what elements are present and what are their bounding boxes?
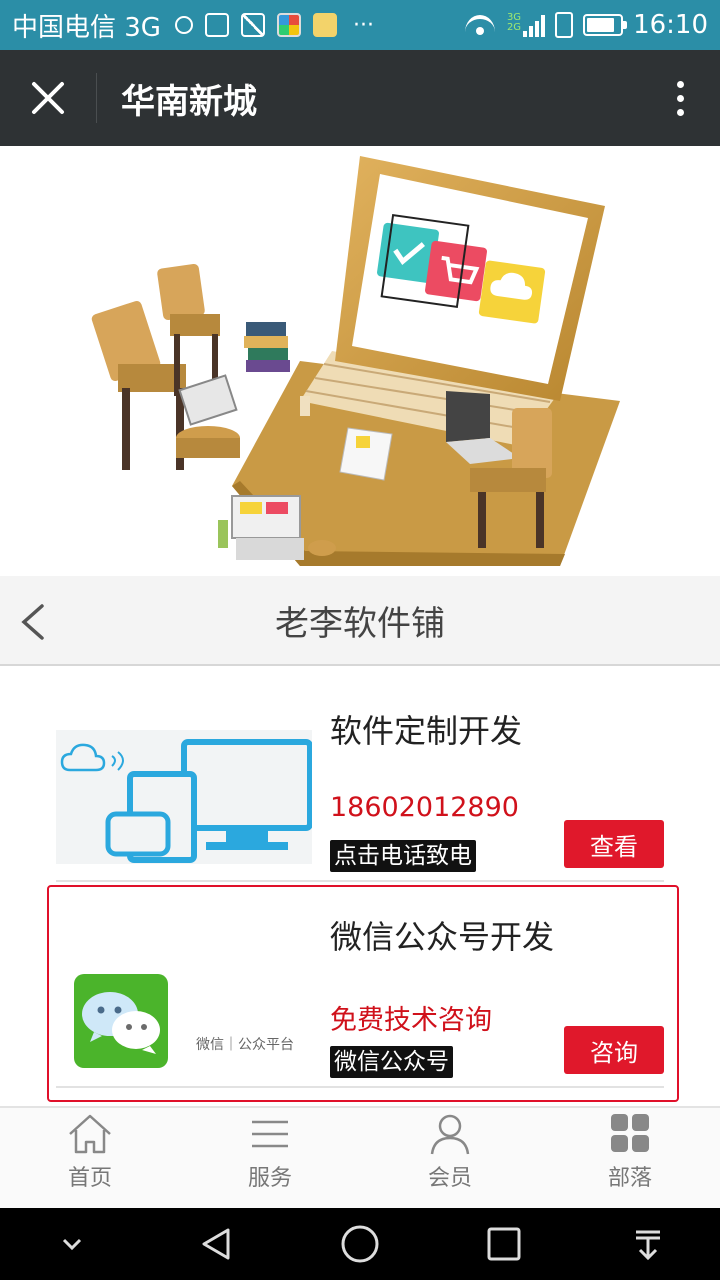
- home-button[interactable]: [330, 1214, 390, 1274]
- shop-title: 老李软件铺: [275, 603, 445, 644]
- notification-icons: ···: [174, 12, 374, 38]
- status-bar: 中国电信 3G ··· 3G 2G 16:10: [0, 0, 720, 50]
- wechat-tag[interactable]: 微信公众号: [330, 1046, 453, 1078]
- bottom-tab-bar: 首页 服务 会员 部落: [0, 1106, 720, 1208]
- image-icon: [240, 13, 265, 37]
- battery-icon: [583, 14, 628, 36]
- service-name: 微信公众号开发: [330, 918, 555, 956]
- tab-label: 首页: [67, 1166, 112, 1191]
- color-app-icon: [276, 13, 301, 37]
- view-button[interactable]: 查看: [564, 820, 664, 868]
- wechat-platform-label: 微信｜公众平台: [196, 1037, 294, 1053]
- system-nav-bar: [0, 1208, 720, 1280]
- home-circle-icon: [341, 1225, 379, 1263]
- camera-app-icon: [312, 13, 337, 37]
- consult-button[interactable]: 咨询: [564, 1026, 664, 1074]
- recents-square-icon: [487, 1227, 521, 1261]
- tab-services[interactable]: 服务: [180, 1108, 360, 1208]
- notification-pull-button[interactable]: [618, 1214, 678, 1274]
- back-triangle-icon: [202, 1228, 230, 1260]
- more-menu-button[interactable]: [640, 50, 720, 146]
- carrier-label: 中国电信 3G: [12, 12, 161, 43]
- back-button[interactable]: [186, 1214, 246, 1274]
- tab-home[interactable]: 首页: [0, 1108, 180, 1208]
- tab-members[interactable]: 会员: [360, 1108, 540, 1208]
- hide-nav-button[interactable]: [42, 1214, 102, 1274]
- network-type-bottom: 2G: [506, 22, 522, 33]
- pull-down-icon: [636, 1230, 660, 1261]
- sim-icon: [555, 12, 574, 38]
- phone-number[interactable]: 18602012890: [330, 792, 519, 823]
- sim-card-icon: [204, 13, 229, 37]
- chevron-down-icon: [62, 1238, 82, 1251]
- consult-subtitle: 免费技术咨询: [330, 1005, 492, 1036]
- tab-label: 部落: [607, 1166, 652, 1191]
- banner-image[interactable]: [0, 146, 720, 576]
- service-card[interactable]: 软件定制开发 18602012890 点击电话致电 查看: [56, 676, 664, 882]
- app-bar: 华南新城: [0, 50, 720, 146]
- tab-label: 会员: [427, 1166, 472, 1191]
- tab-label: 服务: [247, 1166, 292, 1191]
- recents-button[interactable]: [474, 1214, 534, 1274]
- service-name: 软件定制开发: [330, 712, 523, 750]
- app-bar-divider: [96, 73, 97, 123]
- wechat-thumbnail: 微信｜公众平台: [56, 936, 312, 1070]
- service-card[interactable]: 微信｜公众平台 微信公众号开发 免费技术咨询 微信公众号 咨询: [56, 882, 664, 1088]
- call-tag[interactable]: 点击电话致电: [330, 840, 476, 872]
- close-button[interactable]: [0, 50, 96, 146]
- card-divider: [56, 1086, 664, 1088]
- user-icon: [430, 1114, 470, 1155]
- grid-icon: [611, 1114, 649, 1152]
- tab-tribe[interactable]: 部落: [540, 1108, 720, 1208]
- laptop-illustration: [91, 156, 620, 566]
- devices-thumbnail: [56, 730, 312, 864]
- back-chevron-icon[interactable]: [18, 604, 48, 640]
- close-icon: [32, 82, 64, 114]
- home-icon: [69, 1114, 111, 1154]
- signal-icon: 3G 2G: [506, 13, 546, 37]
- clock: 16:10: [633, 10, 708, 40]
- more-vertical-icon: [676, 80, 684, 88]
- more-dots-icon: ···: [352, 12, 374, 38]
- wifi-icon: [463, 13, 497, 37]
- shop-header: 老李软件铺: [0, 576, 720, 666]
- list-icon: [252, 1120, 288, 1148]
- chat-bubble-icon: [174, 16, 193, 34]
- page-title: 华南新城: [121, 81, 257, 122]
